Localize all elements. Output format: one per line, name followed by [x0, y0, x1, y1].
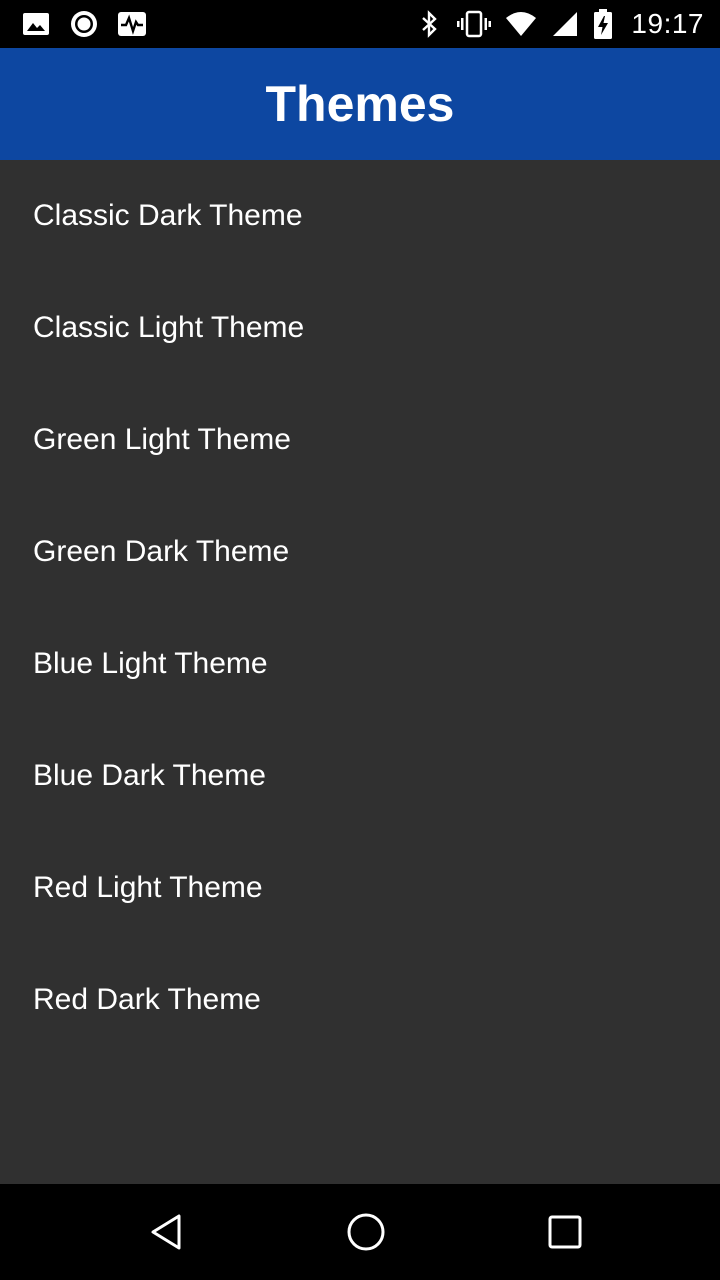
status-bar: 19:17: [0, 0, 720, 48]
battery-charging-icon: [594, 9, 613, 39]
recents-icon: [548, 1215, 582, 1249]
activity-icon: [118, 12, 146, 36]
wifi-icon: [506, 12, 537, 36]
theme-item-red-light[interactable]: Red Light Theme: [0, 832, 720, 944]
record-icon: [71, 11, 97, 37]
back-button[interactable]: [137, 1202, 197, 1262]
navigation-bar: [0, 1184, 720, 1280]
theme-item-classic-dark[interactable]: Classic Dark Theme: [0, 160, 720, 272]
theme-item-classic-light[interactable]: Classic Light Theme: [0, 272, 720, 384]
clock: 19:17: [631, 8, 704, 39]
app-bar: Themes: [0, 48, 720, 160]
status-right-icons: 19:17: [415, 8, 704, 40]
home-button[interactable]: [336, 1202, 396, 1262]
theme-item-green-light[interactable]: Green Light Theme: [0, 384, 720, 496]
image-icon: [23, 13, 49, 35]
theme-item-blue-light[interactable]: Blue Light Theme: [0, 608, 720, 720]
theme-list: Classic Dark Theme Classic Light Theme G…: [0, 160, 720, 1056]
theme-item-blue-dark[interactable]: Blue Dark Theme: [0, 720, 720, 832]
signal-icon: [553, 12, 578, 36]
bluetooth-icon: [422, 10, 438, 38]
page-title: Themes: [265, 76, 455, 132]
theme-item-green-dark[interactable]: Green Dark Theme: [0, 496, 720, 608]
back-icon: [151, 1214, 181, 1250]
vibrate-icon: [457, 10, 492, 38]
recents-button[interactable]: [535, 1202, 595, 1262]
theme-item-red-dark[interactable]: Red Dark Theme: [0, 944, 720, 1056]
home-icon: [347, 1213, 385, 1251]
status-left-icons: [22, 10, 146, 38]
